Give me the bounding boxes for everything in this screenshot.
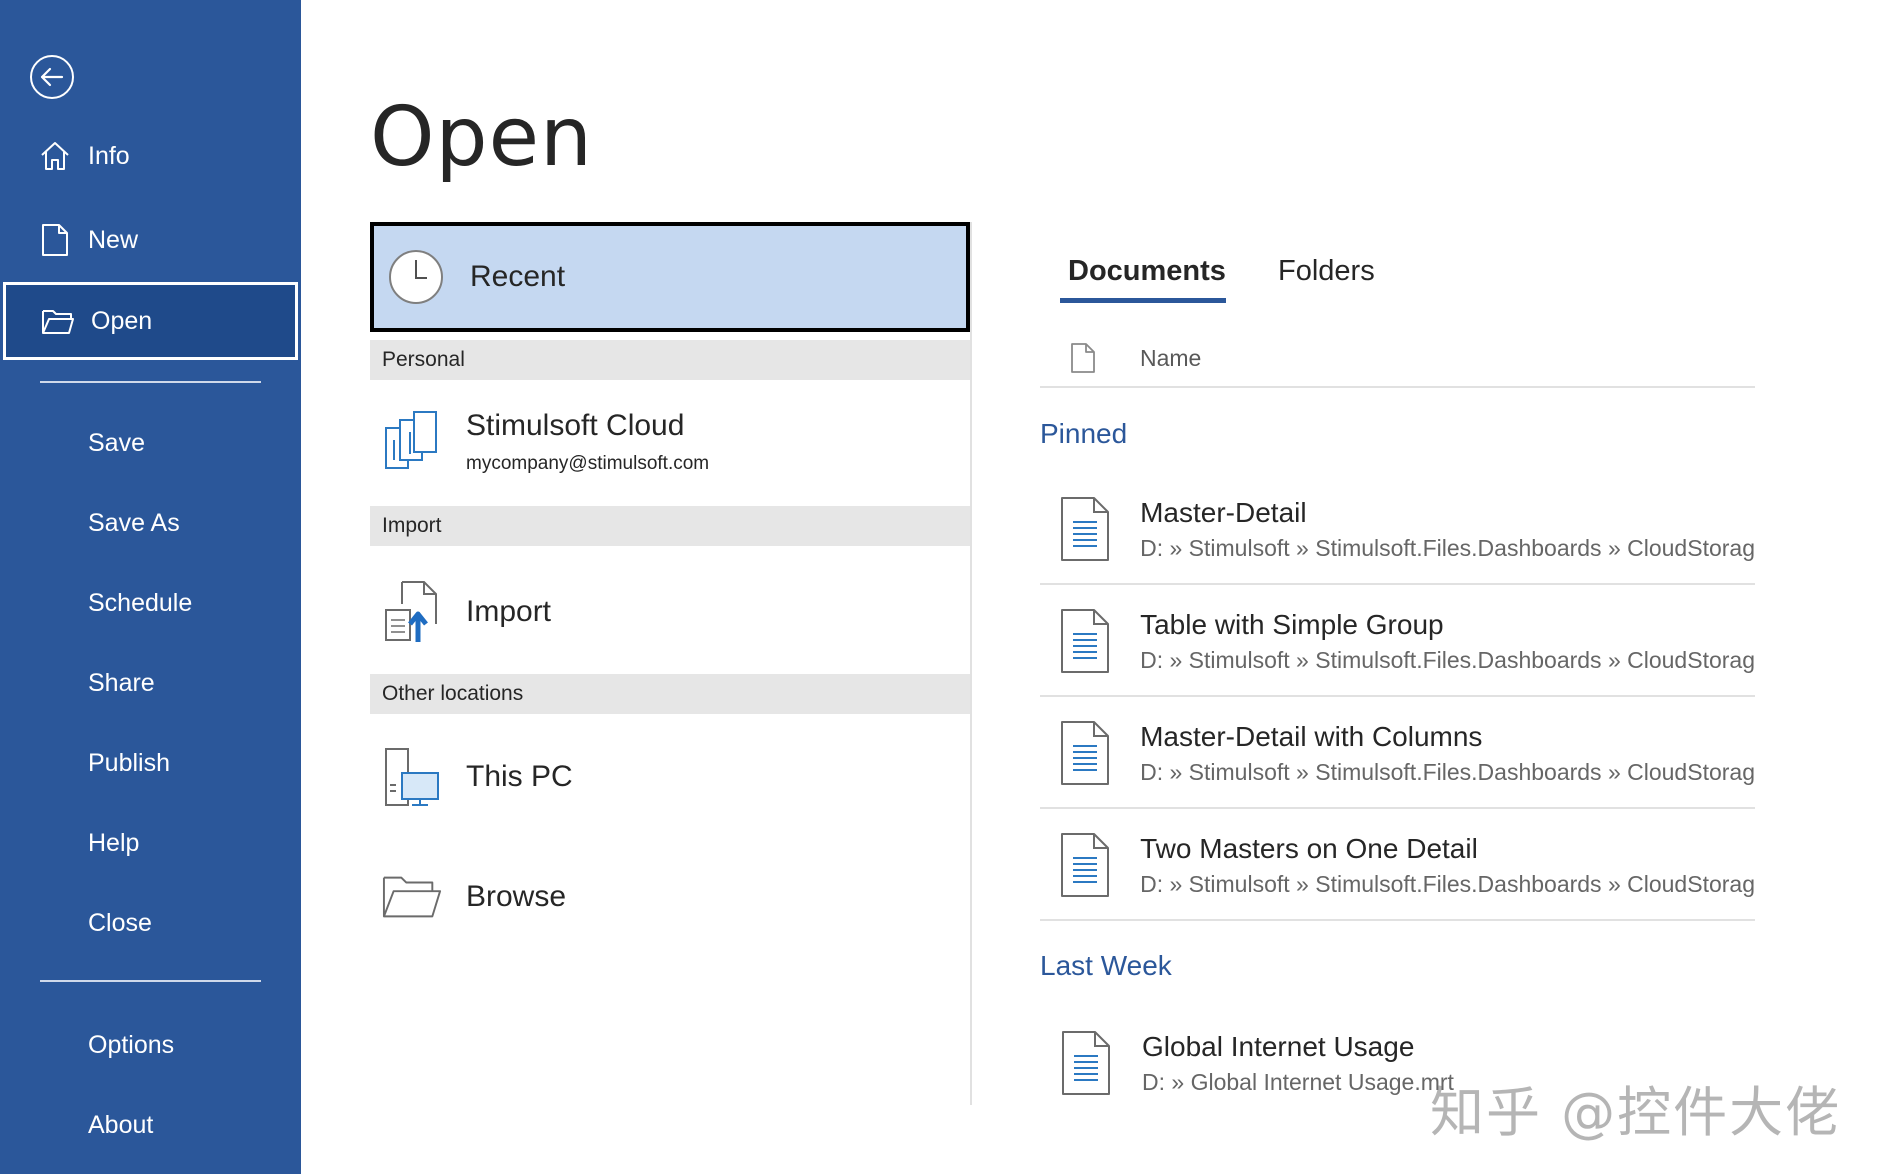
nav-label-info: Info [88, 141, 130, 170]
back-arrow-icon [40, 67, 64, 87]
cloud-account-email: mycompany@stimulsoft.com [466, 453, 710, 474]
location-browse[interactable]: Browse [370, 847, 970, 947]
nav-item-publish[interactable]: Publish [0, 732, 301, 794]
cloud-storage-icon [382, 411, 442, 472]
nav-label-help: Help [88, 828, 140, 857]
active-tab-indicator [1060, 298, 1226, 303]
file-row[interactable]: Master-Detail D: » Stimulsoft » Stimulso… [1040, 475, 1755, 585]
page-title: Open [370, 90, 594, 185]
locations-panel: Recent Personal Stimulsoft Cloud mycompa… [370, 222, 972, 1105]
file-row[interactable]: Master-Detail with Columns D: » Stimulso… [1040, 699, 1755, 809]
group-title-last-week: Last Week [1040, 950, 1172, 981]
nav-label-save: Save [88, 428, 145, 457]
nav-label-open: Open [91, 306, 153, 335]
file-path: D: » Stimulsoft » Stimulsoft.Files.Dashb… [1140, 534, 1755, 561]
document-icon [1058, 720, 1112, 786]
file-list-header: Name [1040, 330, 1755, 388]
clock-icon [386, 247, 446, 307]
file-name: Master-Detail with Columns [1140, 720, 1483, 752]
location-stimulsoft-cloud[interactable]: Stimulsoft Cloud mycompany@stimulsoft.co… [370, 392, 970, 492]
column-header-name[interactable]: Name [1140, 345, 1201, 372]
section-import: Import [370, 506, 970, 546]
file-name: Table with Simple Group [1140, 608, 1444, 640]
location-label-recent: Recent [470, 260, 566, 293]
section-personal: Personal [370, 340, 970, 380]
location-label-this-pc: This PC [466, 760, 573, 793]
document-icon [1058, 496, 1112, 562]
nav-label-schedule: Schedule [88, 588, 193, 617]
file-path: D: » Stimulsoft » Stimulsoft.Files.Dashb… [1140, 646, 1755, 673]
backstage-sidebar: Info New Open Save Save As Schedule Shar… [0, 0, 301, 1174]
nav-item-new[interactable]: New [0, 209, 301, 271]
back-button[interactable] [30, 55, 74, 99]
nav-item-about[interactable]: About [0, 1094, 301, 1156]
file-row[interactable]: Two Masters on One Detail D: » Stimulsof… [1040, 811, 1755, 921]
file-type-icon [1070, 342, 1100, 374]
location-this-pc[interactable]: This PC [370, 727, 970, 827]
nav-item-schedule[interactable]: Schedule [0, 572, 301, 634]
file-path: D: » Stimulsoft » Stimulsoft.Files.Dashb… [1140, 870, 1755, 897]
file-row[interactable]: Table with Simple Group D: » Stimulsoft … [1040, 587, 1755, 697]
import-icon [382, 581, 442, 642]
nav-item-save[interactable]: Save [0, 412, 301, 474]
file-name: Global Internet Usage [1142, 1030, 1415, 1062]
nav-item-help[interactable]: Help [0, 812, 301, 874]
home-icon [38, 139, 72, 173]
nav-item-save-as[interactable]: Save As [0, 492, 301, 554]
tab-documents[interactable]: Documents [1068, 255, 1226, 288]
file-name: Master-Detail [1140, 496, 1307, 528]
document-icon [1058, 832, 1112, 898]
file-path: D: » Global Internet Usage.mrt [1142, 1068, 1454, 1095]
group-title-pinned: Pinned [1040, 418, 1128, 449]
sidebar-divider [40, 381, 261, 383]
folder-open-icon [41, 304, 75, 338]
document-icon [1058, 1030, 1114, 1096]
file-path: D: » Stimulsoft » Stimulsoft.Files.Dashb… [1140, 758, 1755, 785]
location-label-browse: Browse [466, 880, 567, 913]
sidebar-divider [40, 980, 261, 982]
nav-item-share[interactable]: Share [0, 652, 301, 714]
tab-folders[interactable]: Folders [1278, 255, 1375, 288]
location-label-import: Import [466, 595, 552, 628]
this-pc-icon [382, 747, 442, 807]
nav-item-close[interactable]: Close [0, 892, 301, 954]
nav-label-about: About [88, 1110, 154, 1139]
location-import[interactable]: Import [370, 562, 970, 662]
nav-label-options: Options [88, 1030, 175, 1059]
location-label-stimulsoft-cloud: Stimulsoft Cloud [466, 409, 685, 442]
nav-item-open[interactable]: Open [3, 282, 298, 360]
nav-label-save-as: Save As [88, 508, 180, 537]
new-document-icon [38, 223, 72, 257]
nav-label-close: Close [88, 908, 152, 937]
file-name: Two Masters on One Detail [1140, 832, 1478, 864]
nav-item-options[interactable]: Options [0, 1014, 301, 1076]
nav-label-publish: Publish [88, 748, 170, 777]
location-recent[interactable]: Recent [370, 222, 970, 332]
nav-label-share: Share [88, 668, 155, 697]
folder-browse-icon [382, 867, 442, 927]
document-icon [1058, 608, 1112, 674]
nav-label-new: New [88, 225, 139, 254]
section-other-locations: Other locations [370, 674, 970, 714]
nav-item-info[interactable]: Info [0, 125, 301, 187]
watermark-text: 知乎 @控件大佬 [1430, 1081, 1842, 1144]
